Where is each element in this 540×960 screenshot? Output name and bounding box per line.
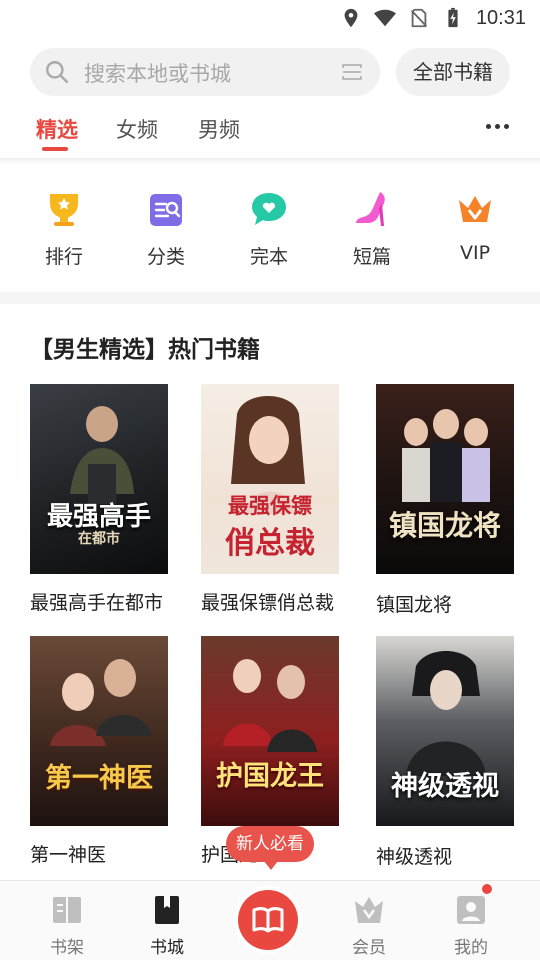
tab-male[interactable]: 男频 (198, 114, 240, 144)
crown-icon (459, 196, 491, 222)
nav-bookstore[interactable]: 书城 (127, 893, 207, 958)
cover-art (223, 659, 317, 752)
cover-art (402, 409, 490, 502)
book-cover[interactable]: 神级透视 (376, 636, 514, 826)
category-label: 分类 (146, 246, 185, 268)
active-tab-indicator (42, 147, 68, 151)
book-card[interactable]: 神级透视 神级透视 (376, 636, 514, 868)
search-placeholder: 搜索本地或书城 (84, 62, 231, 86)
book-cover[interactable]: 护国龙王 (201, 636, 339, 826)
cover-title: 镇国龙将 (388, 509, 501, 542)
search-icon (46, 61, 69, 84)
search-input[interactable]: 搜索本地或书城 (30, 48, 380, 96)
book-card[interactable]: 最强保镖 俏总裁 最强保镖俏总裁 (201, 384, 339, 614)
all-books-button[interactable]: 全部书籍 (396, 48, 510, 96)
cover-title: 最强保镖 (228, 493, 312, 518)
cover-title: 第一神医 (45, 763, 153, 794)
category-label: VIP (459, 242, 491, 264)
battery-charging-icon (448, 7, 458, 28)
bookshelf-icon (53, 897, 81, 923)
tab-female[interactable]: 女频 (116, 114, 158, 144)
vip-crown-icon (355, 897, 383, 923)
category-label: 短篇 (352, 246, 391, 268)
book-card[interactable]: 镇国龙将 镇国龙将 (376, 384, 514, 616)
open-book-icon (252, 907, 284, 933)
nav-label: 书架 (50, 938, 84, 958)
book-title[interactable]: 最强高手在都市 (30, 588, 163, 615)
trophy-icon (50, 194, 78, 226)
location-icon (344, 8, 358, 28)
book-title[interactable]: 最强保镖俏总裁 (201, 588, 334, 615)
category-short[interactable]: 短篇 (332, 188, 412, 269)
category-label: 完本 (249, 246, 288, 268)
more-options-icon[interactable] (486, 124, 509, 129)
nav-label: 会员 (352, 938, 386, 958)
cover-subtitle: 在都市 (78, 531, 120, 547)
status-bar: 10:31 (0, 0, 540, 36)
book-card[interactable]: 第一神医 第一神医 (30, 636, 168, 866)
cover-title: 护国龙王 (216, 761, 324, 792)
nav-profile[interactable]: 我的 (431, 893, 511, 958)
section-title: 【男生精选】热门书籍 (30, 337, 260, 363)
book-title[interactable]: 镇国龙将 (376, 590, 452, 617)
book-title[interactable]: 神级透视 (376, 842, 452, 869)
book-cover[interactable]: 第一神医 (30, 636, 168, 826)
section-divider (0, 292, 540, 304)
high-heel-icon (356, 192, 385, 226)
scan-icon[interactable] (340, 60, 364, 84)
category-complete[interactable]: 完本 (229, 188, 309, 269)
nav-label: 书城 (150, 938, 184, 958)
nav-label: 我的 (454, 938, 488, 958)
book-cover[interactable]: 镇国龙将 (376, 384, 514, 574)
new-user-bubble[interactable]: 新人必看 (226, 826, 314, 870)
read-center-button[interactable] (238, 890, 298, 950)
nav-bookshelf[interactable]: 书架 (27, 893, 107, 958)
book-cover[interactable]: 最强保镖 俏总裁 (201, 384, 339, 574)
no-sim-icon (410, 8, 427, 28)
book-title[interactable]: 第一神医 (30, 840, 106, 867)
nav-vip[interactable]: 会员 (329, 893, 409, 958)
tabs-divider (0, 158, 540, 164)
category-classify[interactable]: 分类 (126, 188, 206, 269)
wifi-icon (373, 9, 396, 27)
book-cover[interactable]: 最强高手 在都市 (30, 384, 168, 574)
category-vip[interactable]: VIP (435, 188, 515, 264)
bookstore-icon (155, 896, 179, 924)
notification-dot (482, 884, 492, 894)
category-ranking[interactable]: 排行 (24, 188, 104, 269)
cover-subtitle: 俏总裁 (225, 526, 315, 561)
book-card[interactable]: 最强高手 在都市 最强高手在都市 (30, 384, 168, 614)
category-label: 排行 (44, 246, 83, 268)
complete-icon (252, 193, 286, 225)
clock: 10:31 (475, 6, 526, 29)
tab-featured[interactable]: 精选 (36, 114, 78, 144)
category-icon (150, 194, 182, 226)
cover-title: 神级透视 (391, 771, 499, 802)
book-card[interactable]: 护国龙王 护国龙王 (201, 636, 339, 866)
cover-art (50, 659, 152, 746)
profile-icon (457, 896, 485, 924)
